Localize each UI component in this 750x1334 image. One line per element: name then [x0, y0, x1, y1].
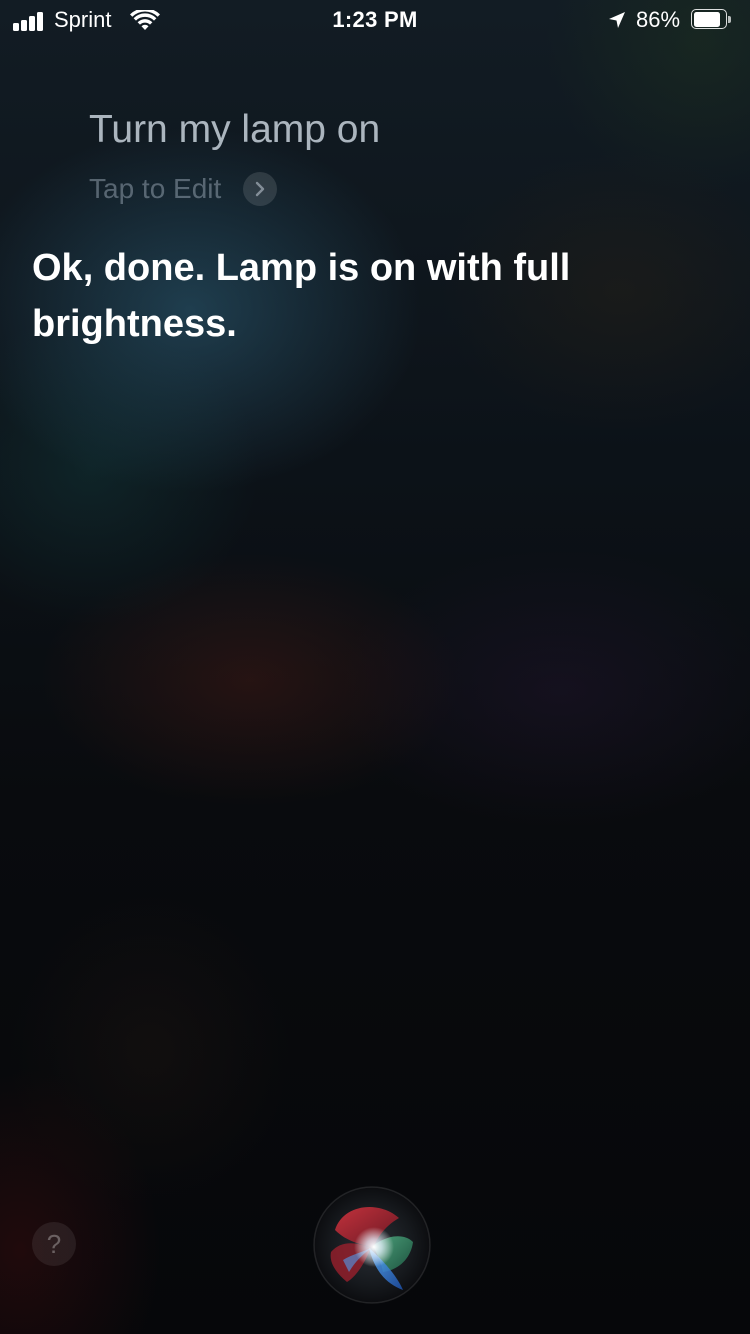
status-bar: Sprint 1:23 PM 86%: [0, 0, 750, 40]
help-button[interactable]: ?: [32, 1222, 76, 1266]
tap-to-edit-button[interactable]: Tap to Edit: [89, 170, 278, 208]
battery-percentage: 86%: [636, 7, 681, 32]
siri-response-text: Ok, done. Lamp is on with full brightnes…: [32, 247, 571, 345]
battery-icon: [691, 9, 731, 31]
user-query-text[interactable]: Turn my lamp on: [89, 106, 380, 154]
chevron-right-icon[interactable]: [243, 172, 278, 206]
siri-waveform-icon: [313, 1186, 431, 1304]
siri-orb-button[interactable]: [313, 1186, 431, 1304]
location-arrow-icon: [607, 10, 627, 36]
tap-to-edit-label: Tap to Edit: [89, 173, 222, 204]
